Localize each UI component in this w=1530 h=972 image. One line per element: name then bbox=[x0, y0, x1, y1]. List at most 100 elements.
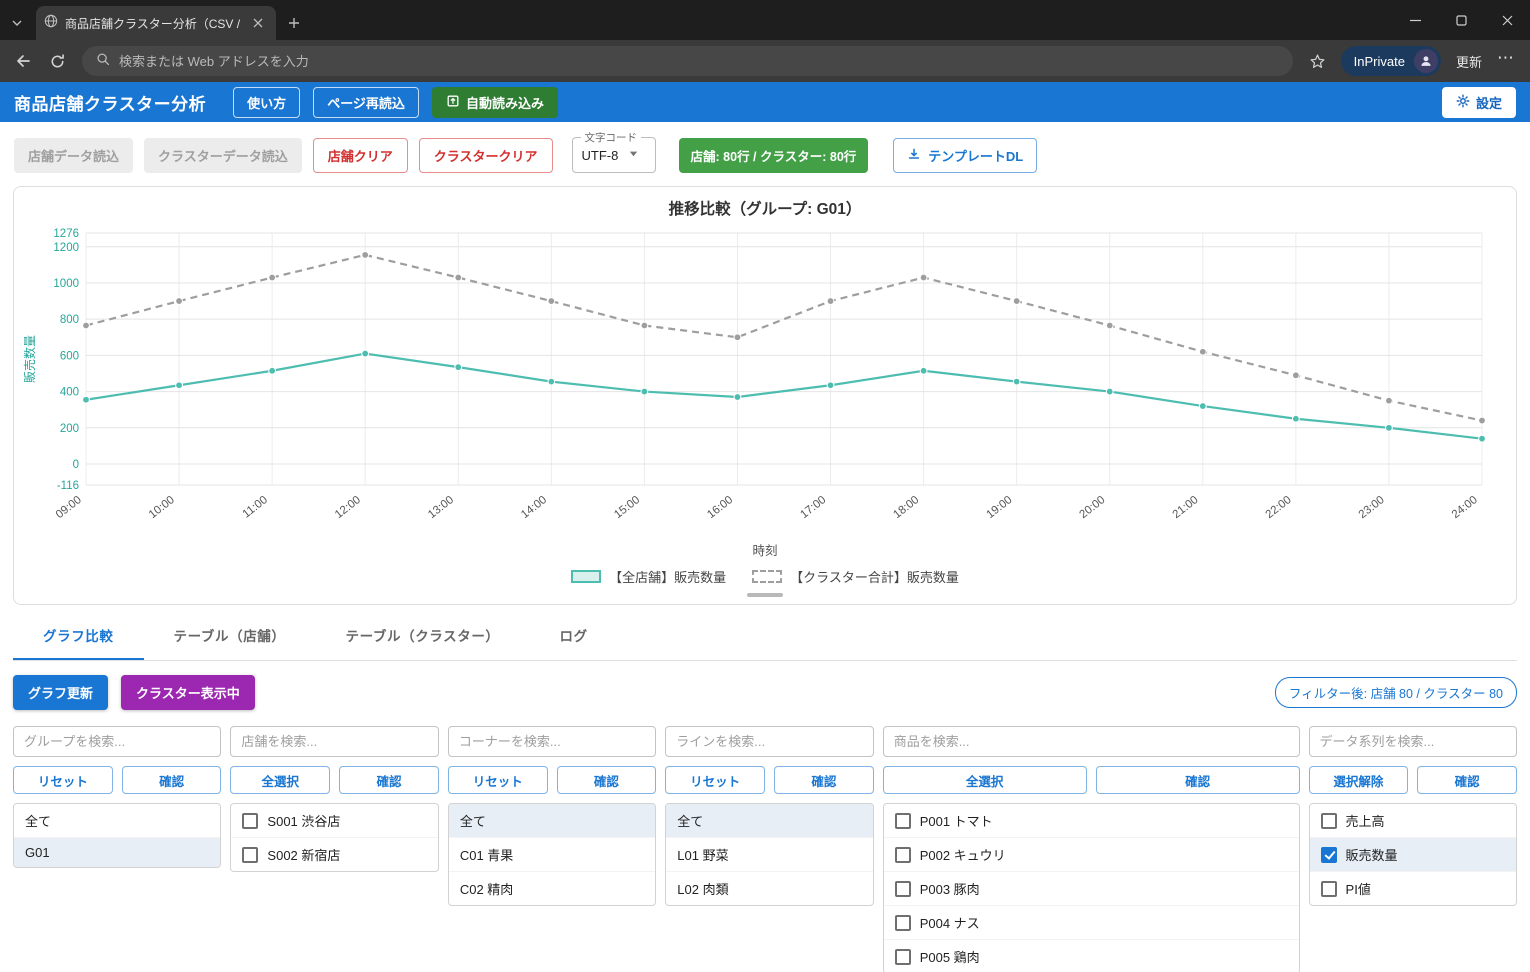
close-window-button[interactable] bbox=[1484, 0, 1530, 40]
checkbox-icon[interactable] bbox=[895, 813, 911, 829]
tab-log[interactable]: ログ bbox=[530, 612, 618, 660]
chart-title: 推移比較（グループ: G01） bbox=[22, 197, 1508, 219]
help-button[interactable]: 使い方 bbox=[233, 87, 300, 118]
svg-text:24:00: 24:00 bbox=[1450, 494, 1480, 521]
load-cluster-data-button[interactable]: クラスターデータ読込 bbox=[144, 138, 302, 173]
inprivate-badge[interactable]: InPrivate bbox=[1341, 46, 1441, 76]
svg-text:14:00: 14:00 bbox=[519, 494, 549, 521]
clear-cluster-button[interactable]: クラスタークリア bbox=[419, 138, 553, 173]
browser-tab[interactable]: 商品店舗クラスター分析（CSV / MUI bbox=[36, 6, 276, 40]
tab-close-icon[interactable] bbox=[248, 13, 268, 33]
svg-text:22:00: 22:00 bbox=[1264, 494, 1294, 521]
list-item-label: P004 ナス bbox=[920, 913, 980, 932]
checkbox-icon[interactable] bbox=[895, 915, 911, 931]
store-select-all-button[interactable]: 全選択 bbox=[230, 766, 330, 794]
corner-filter-buttons: リセット 確認 bbox=[448, 766, 656, 794]
series-confirm-button[interactable]: 確認 bbox=[1417, 766, 1517, 794]
corner-search-input[interactable] bbox=[448, 726, 656, 757]
address-bar[interactable] bbox=[82, 46, 1293, 76]
product-confirm-button[interactable]: 確認 bbox=[1096, 766, 1300, 794]
checkbox-checked-icon[interactable] bbox=[1321, 847, 1337, 863]
list-item[interactable]: C02 精肉 bbox=[449, 871, 655, 905]
list-item[interactable]: 売上高 bbox=[1310, 804, 1516, 837]
back-icon[interactable] bbox=[8, 46, 38, 76]
maximize-button[interactable] bbox=[1438, 0, 1484, 40]
resize-handle[interactable] bbox=[747, 593, 783, 597]
list-item[interactable]: P001 トマト bbox=[884, 804, 1299, 837]
list-item[interactable]: S002 新宿店 bbox=[231, 837, 437, 871]
series-deselect-button[interactable]: 選択解除 bbox=[1309, 766, 1409, 794]
update-graph-button[interactable]: グラフ更新 bbox=[13, 675, 108, 710]
group-confirm-button[interactable]: 確認 bbox=[122, 766, 222, 794]
checkbox-icon[interactable] bbox=[242, 847, 258, 863]
load-store-data-button[interactable]: 店舗データ読込 bbox=[14, 138, 133, 173]
page-reload-button[interactable]: ページ再読込 bbox=[313, 87, 419, 118]
group-search-input[interactable] bbox=[13, 726, 221, 757]
list-item[interactable]: C01 青果 bbox=[449, 837, 655, 871]
checkbox-icon[interactable] bbox=[242, 813, 258, 829]
trend-chart[interactable]: -116020040060080010001200127609:0010:001… bbox=[22, 223, 1506, 539]
list-item[interactable]: P005 鶏肉 bbox=[884, 939, 1299, 972]
line-confirm-button[interactable]: 確認 bbox=[774, 766, 874, 794]
encoding-select-label: 文字コード bbox=[581, 130, 642, 145]
list-item[interactable]: G01 bbox=[14, 837, 220, 867]
refresh-icon[interactable] bbox=[42, 46, 72, 76]
list-item-label: 販売数量 bbox=[1346, 845, 1398, 864]
tab-graph-compare[interactable]: グラフ比較 bbox=[13, 612, 144, 660]
template-download-button[interactable]: テンプレートDL bbox=[893, 138, 1037, 173]
checkbox-icon[interactable] bbox=[895, 881, 911, 897]
checkbox-icon[interactable] bbox=[1321, 881, 1337, 897]
store-search-input[interactable] bbox=[230, 726, 438, 757]
list-item[interactable]: P002 キュウリ bbox=[884, 837, 1299, 871]
tab-search-chevron-icon[interactable] bbox=[0, 6, 34, 40]
legend-item-all-stores[interactable]: 【全店舗】販売数量 bbox=[571, 567, 726, 586]
tab-table-cluster[interactable]: テーブル（クラスター） bbox=[316, 612, 530, 660]
browser-menu-icon[interactable]: ⋯ bbox=[1493, 48, 1522, 74]
favorites-star-icon[interactable] bbox=[1303, 46, 1333, 76]
group-reset-button[interactable]: リセット bbox=[13, 766, 113, 794]
filters-row: リセット 確認 全てG01 全選択 確認 S001 渋谷店S002 新宿店 リセ… bbox=[13, 726, 1517, 972]
auto-load-button[interactable]: 自動読み込み bbox=[432, 87, 558, 118]
list-item-label: C02 精肉 bbox=[460, 879, 513, 898]
corner-confirm-button[interactable]: 確認 bbox=[557, 766, 657, 794]
list-item[interactable]: 全て bbox=[449, 804, 655, 837]
list-item[interactable]: PI値 bbox=[1310, 871, 1516, 905]
store-confirm-button[interactable]: 確認 bbox=[339, 766, 439, 794]
list-item[interactable]: 全て bbox=[666, 804, 872, 837]
list-item[interactable]: L02 肉類 bbox=[666, 871, 872, 905]
product-search-input[interactable] bbox=[883, 726, 1300, 757]
svg-text:13:00: 13:00 bbox=[426, 494, 456, 521]
corner-reset-button[interactable]: リセット bbox=[448, 766, 548, 794]
line-search-input[interactable] bbox=[665, 726, 873, 757]
list-item[interactable]: P003 豚肉 bbox=[884, 871, 1299, 905]
checkbox-icon[interactable] bbox=[1321, 813, 1337, 829]
list-item[interactable]: 販売数量 bbox=[1310, 837, 1516, 871]
legend-item-cluster-total[interactable]: 【クラスター合計】販売数量 bbox=[752, 567, 959, 586]
browser-update-button[interactable]: 更新 bbox=[1449, 52, 1489, 71]
encoding-select-value: UTF-8 bbox=[582, 148, 619, 163]
series-search-input[interactable] bbox=[1309, 726, 1517, 757]
checkbox-icon[interactable] bbox=[895, 847, 911, 863]
checkbox-icon[interactable] bbox=[895, 949, 911, 965]
filter-line-column: リセット 確認 全てL01 野菜L02 肉類 bbox=[665, 726, 873, 906]
view-tabs: グラフ比較 テーブル（店舗） テーブル（クラスター） ログ bbox=[13, 612, 1517, 661]
minimize-button[interactable] bbox=[1392, 0, 1438, 40]
list-item-label: PI値 bbox=[1346, 879, 1371, 898]
svg-text:16:00: 16:00 bbox=[705, 494, 735, 521]
line-reset-button[interactable]: リセット bbox=[665, 766, 765, 794]
product-select-all-button[interactable]: 全選択 bbox=[883, 766, 1087, 794]
list-item[interactable]: P004 ナス bbox=[884, 905, 1299, 939]
list-item[interactable]: S001 渋谷店 bbox=[231, 804, 437, 837]
profile-avatar[interactable] bbox=[1414, 49, 1438, 73]
legend-swatch-solid bbox=[571, 570, 601, 583]
tab-table-store[interactable]: テーブル（店舗） bbox=[144, 612, 316, 660]
list-item[interactable]: L01 野菜 bbox=[666, 837, 872, 871]
list-item[interactable]: 全て bbox=[14, 804, 220, 837]
settings-button[interactable]: 設定 bbox=[1442, 87, 1516, 118]
encoding-select[interactable]: 文字コード UTF-8 bbox=[572, 137, 656, 173]
cluster-display-toggle-button[interactable]: クラスター表示中 bbox=[121, 675, 255, 710]
new-tab-icon[interactable] bbox=[284, 13, 304, 33]
legend-label: 【クラスター合計】販売数量 bbox=[790, 567, 959, 586]
clear-store-button[interactable]: 店舗クリア bbox=[313, 138, 408, 173]
address-input[interactable] bbox=[119, 54, 1279, 69]
